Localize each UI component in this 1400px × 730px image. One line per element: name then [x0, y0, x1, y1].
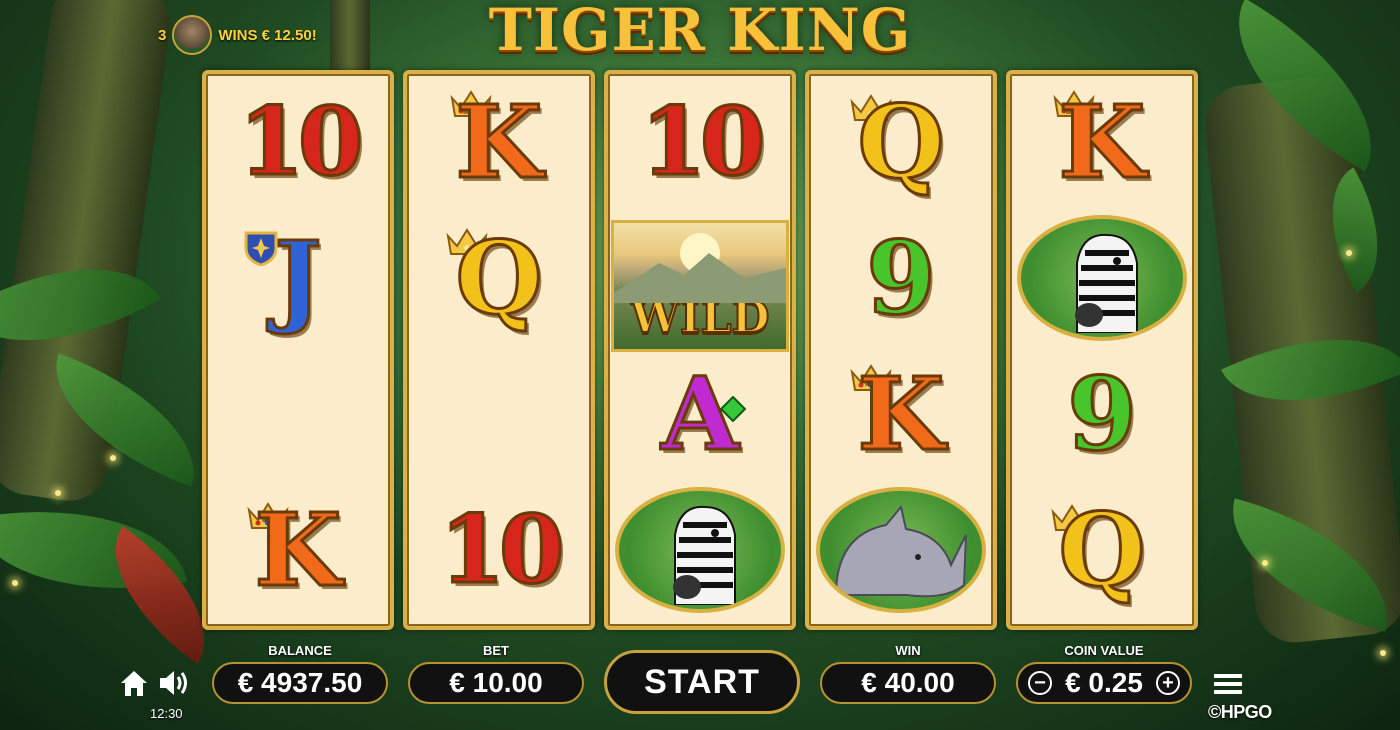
- sunrise-mountain-icon: [614, 233, 786, 303]
- zebra-icon: [615, 487, 785, 613]
- balance-value: € 4937.50: [237, 667, 363, 698]
- win-label: WIN: [895, 643, 921, 658]
- coin-value-label: COIN VALUE: [1064, 643, 1144, 658]
- reel-symbol-nine: 9: [1066, 355, 1139, 473]
- green-gem-icon: [720, 396, 746, 422]
- coin-increase-button[interactable]: +: [1155, 671, 1180, 695]
- zebra-icon: [1017, 215, 1187, 341]
- reel-3: 10 WILD A: [604, 70, 796, 630]
- reel-symbol-king: K: [206, 482, 390, 618]
- menu-button[interactable]: [1212, 670, 1244, 698]
- start-button[interactable]: START: [604, 650, 800, 714]
- reel-symbol-king: K: [809, 346, 993, 482]
- reel-symbol-zebra: [608, 482, 792, 618]
- hamburger-menu-icon: [1214, 674, 1242, 694]
- reel-4: Q 9 K: [805, 70, 997, 630]
- provider-logo: ©HPGO: [1208, 702, 1272, 722]
- reel-1: 10 J K: [202, 70, 394, 630]
- reel-symbol-zebra: [1010, 210, 1194, 346]
- reel-symbol-ten: 10: [639, 87, 767, 197]
- reel-symbol-ace: A: [608, 346, 792, 482]
- reel-symbol-jack: J: [206, 210, 390, 346]
- sound-button[interactable]: [158, 668, 190, 698]
- reel-5: K 9 Q: [1006, 70, 1198, 630]
- reel-symbol-nine: 9: [865, 219, 938, 337]
- ticker-message: WINS € 12.50!: [218, 26, 317, 44]
- win-ticker: 3 WINS € 12.50!: [158, 15, 317, 55]
- reel-symbol-rhino: [809, 482, 993, 618]
- reel-2: K Q 10: [403, 70, 595, 630]
- reel-area: 10 J K K Q 10 10 WILD A Q 9 K K 9 Q: [202, 70, 1200, 632]
- reel-symbol-queen: Q: [1010, 482, 1194, 618]
- bet-value: € 10.00: [449, 667, 543, 698]
- bet-label: BET: [483, 643, 509, 658]
- reel-symbol-queen: Q: [407, 210, 591, 346]
- reel-symbol-ten: 10: [237, 87, 365, 197]
- coin-decrease-button[interactable]: −: [1028, 671, 1052, 695]
- rhino-icon: [816, 487, 986, 613]
- reel-symbol-king: K: [1010, 74, 1194, 210]
- bet-selector[interactable]: € 10.00: [408, 662, 584, 704]
- fleur-shield-icon: [244, 231, 278, 266]
- coin-value: € 0.25: [1065, 667, 1143, 698]
- speaker-icon: [160, 671, 187, 695]
- reel-symbol-wild: WILD: [608, 218, 792, 354]
- home-button[interactable]: [118, 668, 150, 698]
- reel-symbol-king: K: [407, 74, 591, 210]
- coin-value-selector: − € 0.25 +: [1016, 662, 1192, 704]
- ticker-count: 3: [158, 26, 167, 44]
- home-icon: [121, 671, 147, 696]
- win-display: € 40.00: [820, 662, 996, 704]
- player-avatar-icon: [172, 15, 213, 55]
- balance-label: BALANCE: [268, 643, 332, 658]
- reel-symbol-blank: [206, 346, 390, 482]
- win-value: € 40.00: [861, 667, 955, 698]
- reel-symbol-queen: Q: [809, 74, 993, 210]
- clock: 12:30: [150, 706, 183, 721]
- reel-symbol-ten: 10: [438, 495, 566, 605]
- reel-symbol-blank: [407, 346, 591, 482]
- balance-display: € 4937.50: [212, 662, 388, 704]
